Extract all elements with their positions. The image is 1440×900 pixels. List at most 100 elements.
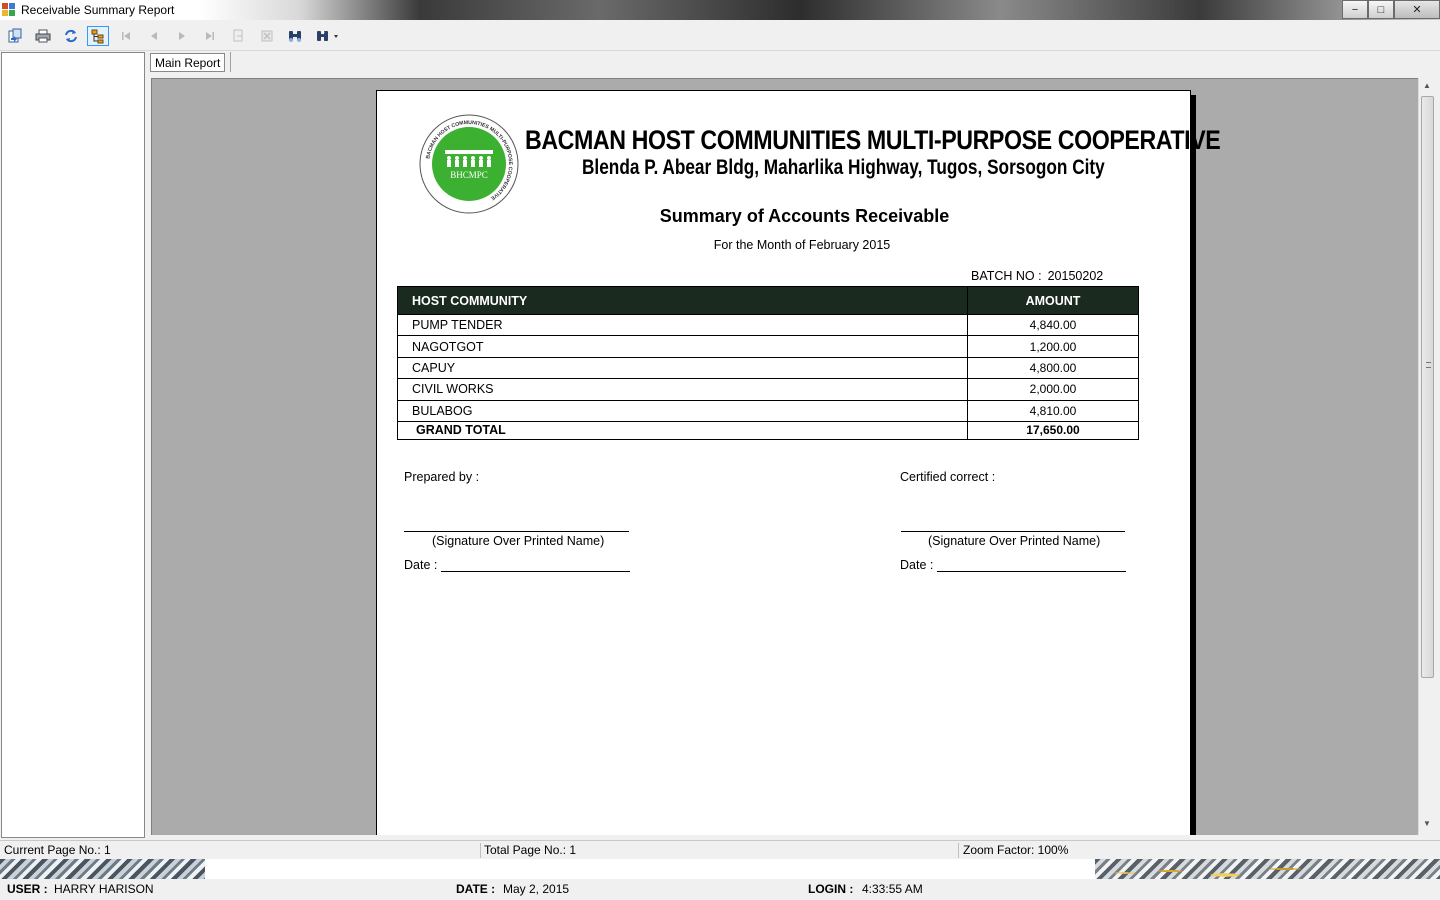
batch-label: BATCH NO :	[971, 269, 1042, 283]
tab-main-report[interactable]: Main Report	[150, 53, 226, 72]
svg-text:BHCMPC: BHCMPC	[450, 170, 488, 180]
scroll-down-icon[interactable]: ▼	[1423, 819, 1431, 828]
stop-button[interactable]	[256, 26, 278, 46]
goto-page-icon	[233, 29, 243, 42]
group-tree-panel[interactable]	[1, 52, 145, 838]
receivables-table: HOST COMMUNITY AMOUNT PUMP TENDER 4,840.…	[397, 286, 1139, 440]
table-row: CIVIL WORKS 2,000.00	[397, 378, 1139, 401]
coins-image	[1095, 859, 1315, 879]
close-button[interactable]: ✕	[1394, 0, 1440, 19]
table-row: CAPUY 4,800.00	[397, 356, 1139, 380]
zoom-dropdown-button[interactable]: +	[312, 26, 344, 46]
refresh-icon	[65, 29, 77, 43]
report-viewer[interactable]: BACMAN HOST COMMUNITIES MULTI-PURPOSE CO…	[151, 78, 1418, 835]
print-button[interactable]	[32, 26, 54, 46]
minimize-button[interactable]: −	[1342, 0, 1368, 19]
report-title: Summary of Accounts Receivable	[659, 206, 950, 226]
goto-page-button[interactable]	[227, 26, 249, 46]
svg-text:+: +	[321, 30, 325, 37]
community-cell: NAGOTGOT	[397, 335, 968, 358]
title-bar: Receivable Summary Report − □ ✕	[0, 0, 1440, 20]
scroll-thumb[interactable]	[1421, 96, 1434, 678]
session-info-bar: USER : HARRY HARISON DATE : May 2, 2015 …	[0, 879, 1440, 900]
certified-date-line	[937, 571, 1126, 572]
community-cell: BULABOG	[397, 399, 968, 422]
first-page-icon	[122, 32, 130, 40]
table-header-row: HOST COMMUNITY AMOUNT	[397, 286, 1139, 315]
table-row: NAGOTGOT 1,200.00	[397, 335, 1139, 358]
status-divider	[958, 843, 959, 858]
amount-cell: 1,200.00	[967, 335, 1139, 358]
scroll-grip-icon	[1426, 362, 1431, 368]
grand-total-row: GRAND TOTAL 17,650.00	[397, 420, 1139, 440]
community-cell: PUMP TENDER	[397, 313, 968, 337]
login-value: 4:33:55 AM	[862, 882, 923, 896]
scroll-up-icon[interactable]: ▲	[1423, 81, 1431, 90]
cooperative-name: BACMAN HOST COMMUNITIES MULTI-PURPOSE CO…	[525, 125, 1221, 155]
status-divider	[480, 843, 481, 858]
first-page-button[interactable]	[115, 26, 137, 46]
maximize-icon: □	[1377, 3, 1385, 16]
letterhead: BACMAN HOST COMMUNITIES MULTI-PURPOSE CO…	[397, 111, 1221, 216]
find-button[interactable]	[284, 26, 306, 46]
vertical-scrollbar[interactable]: ▲ ▼	[1418, 78, 1436, 835]
certified-signature-line	[901, 531, 1125, 532]
export-icon	[8, 28, 22, 43]
minimize-icon: −	[1351, 3, 1359, 16]
previous-page-icon	[151, 32, 157, 40]
maximize-button[interactable]: □	[1368, 0, 1394, 19]
toggle-group-tree-icon	[91, 29, 104, 44]
batch-value: 20150202	[1047, 269, 1104, 283]
window-title: Receivable Summary Report	[21, 3, 175, 17]
batch-number: BATCH NO : 20150202	[971, 269, 1103, 283]
table-row: BULABOG 4,810.00	[397, 399, 1139, 422]
cooperative-address: Blenda P. Abear Bldg, Maharlika Highway,…	[582, 156, 1105, 179]
find-icon	[289, 31, 301, 42]
zoom-icon: +	[317, 30, 338, 41]
report-subtitle: For the Month of February 2015	[713, 238, 891, 252]
prepared-date-line	[441, 571, 630, 572]
decorative-banner	[0, 859, 1440, 879]
certified-date-label: Date :	[900, 558, 934, 572]
banner-pattern-left	[0, 859, 205, 879]
prepared-by-label: Prepared by :	[404, 470, 480, 484]
grand-total-label: GRAND TOTAL	[397, 420, 968, 440]
prepared-signature-caption: (Signature Over Printed Name)	[432, 534, 605, 548]
cooperative-seal-logo: BACMAN HOST COMMUNITIES MULTI-PURPOSE CO…	[419, 114, 519, 214]
amount-cell: 2,000.00	[967, 378, 1139, 401]
total-page-status: Total Page No.: 1	[484, 843, 577, 857]
header-host-community: HOST COMMUNITY	[397, 286, 968, 315]
zoom-factor-status: Zoom Factor: 100%	[963, 843, 1069, 857]
refresh-button[interactable]	[60, 26, 82, 46]
toggle-group-tree-button[interactable]	[87, 26, 109, 46]
close-icon: ✕	[1412, 4, 1422, 16]
certified-correct-label: Certified correct :	[900, 470, 996, 484]
last-page-icon	[206, 32, 214, 40]
date-label: DATE :	[456, 882, 496, 896]
certified-signature-caption: (Signature Over Printed Name)	[928, 534, 1101, 548]
user-label: USER :	[7, 882, 48, 896]
next-page-icon	[179, 32, 185, 40]
date-value: May 2, 2015	[503, 882, 570, 896]
report-toolbar: +	[0, 21, 1440, 51]
previous-page-button[interactable]	[143, 26, 165, 46]
app-icon	[2, 3, 16, 17]
print-icon	[35, 29, 51, 43]
header-amount: AMOUNT	[967, 286, 1139, 315]
tab-divider	[230, 52, 231, 72]
community-cell: CAPUY	[397, 356, 968, 380]
user-value: HARRY HARISON	[54, 882, 154, 896]
stop-icon	[261, 30, 273, 42]
export-button[interactable]	[4, 26, 26, 46]
last-page-button[interactable]	[199, 26, 221, 46]
grand-total-amount: 17,650.00	[967, 420, 1139, 440]
next-page-button[interactable]	[171, 26, 193, 46]
amount-cell: 4,800.00	[967, 356, 1139, 380]
table-row: PUMP TENDER 4,840.00	[397, 313, 1139, 337]
report-page: BACMAN HOST COMMUNITIES MULTI-PURPOSE CO…	[376, 90, 1221, 835]
amount-cell: 4,840.00	[967, 313, 1139, 337]
prepared-date-label: Date :	[404, 558, 438, 572]
login-label: LOGIN :	[808, 882, 854, 896]
status-bar: Current Page No.: 1 Total Page No.: 1 Zo…	[0, 840, 1440, 859]
current-page-status: Current Page No.: 1	[4, 843, 111, 857]
